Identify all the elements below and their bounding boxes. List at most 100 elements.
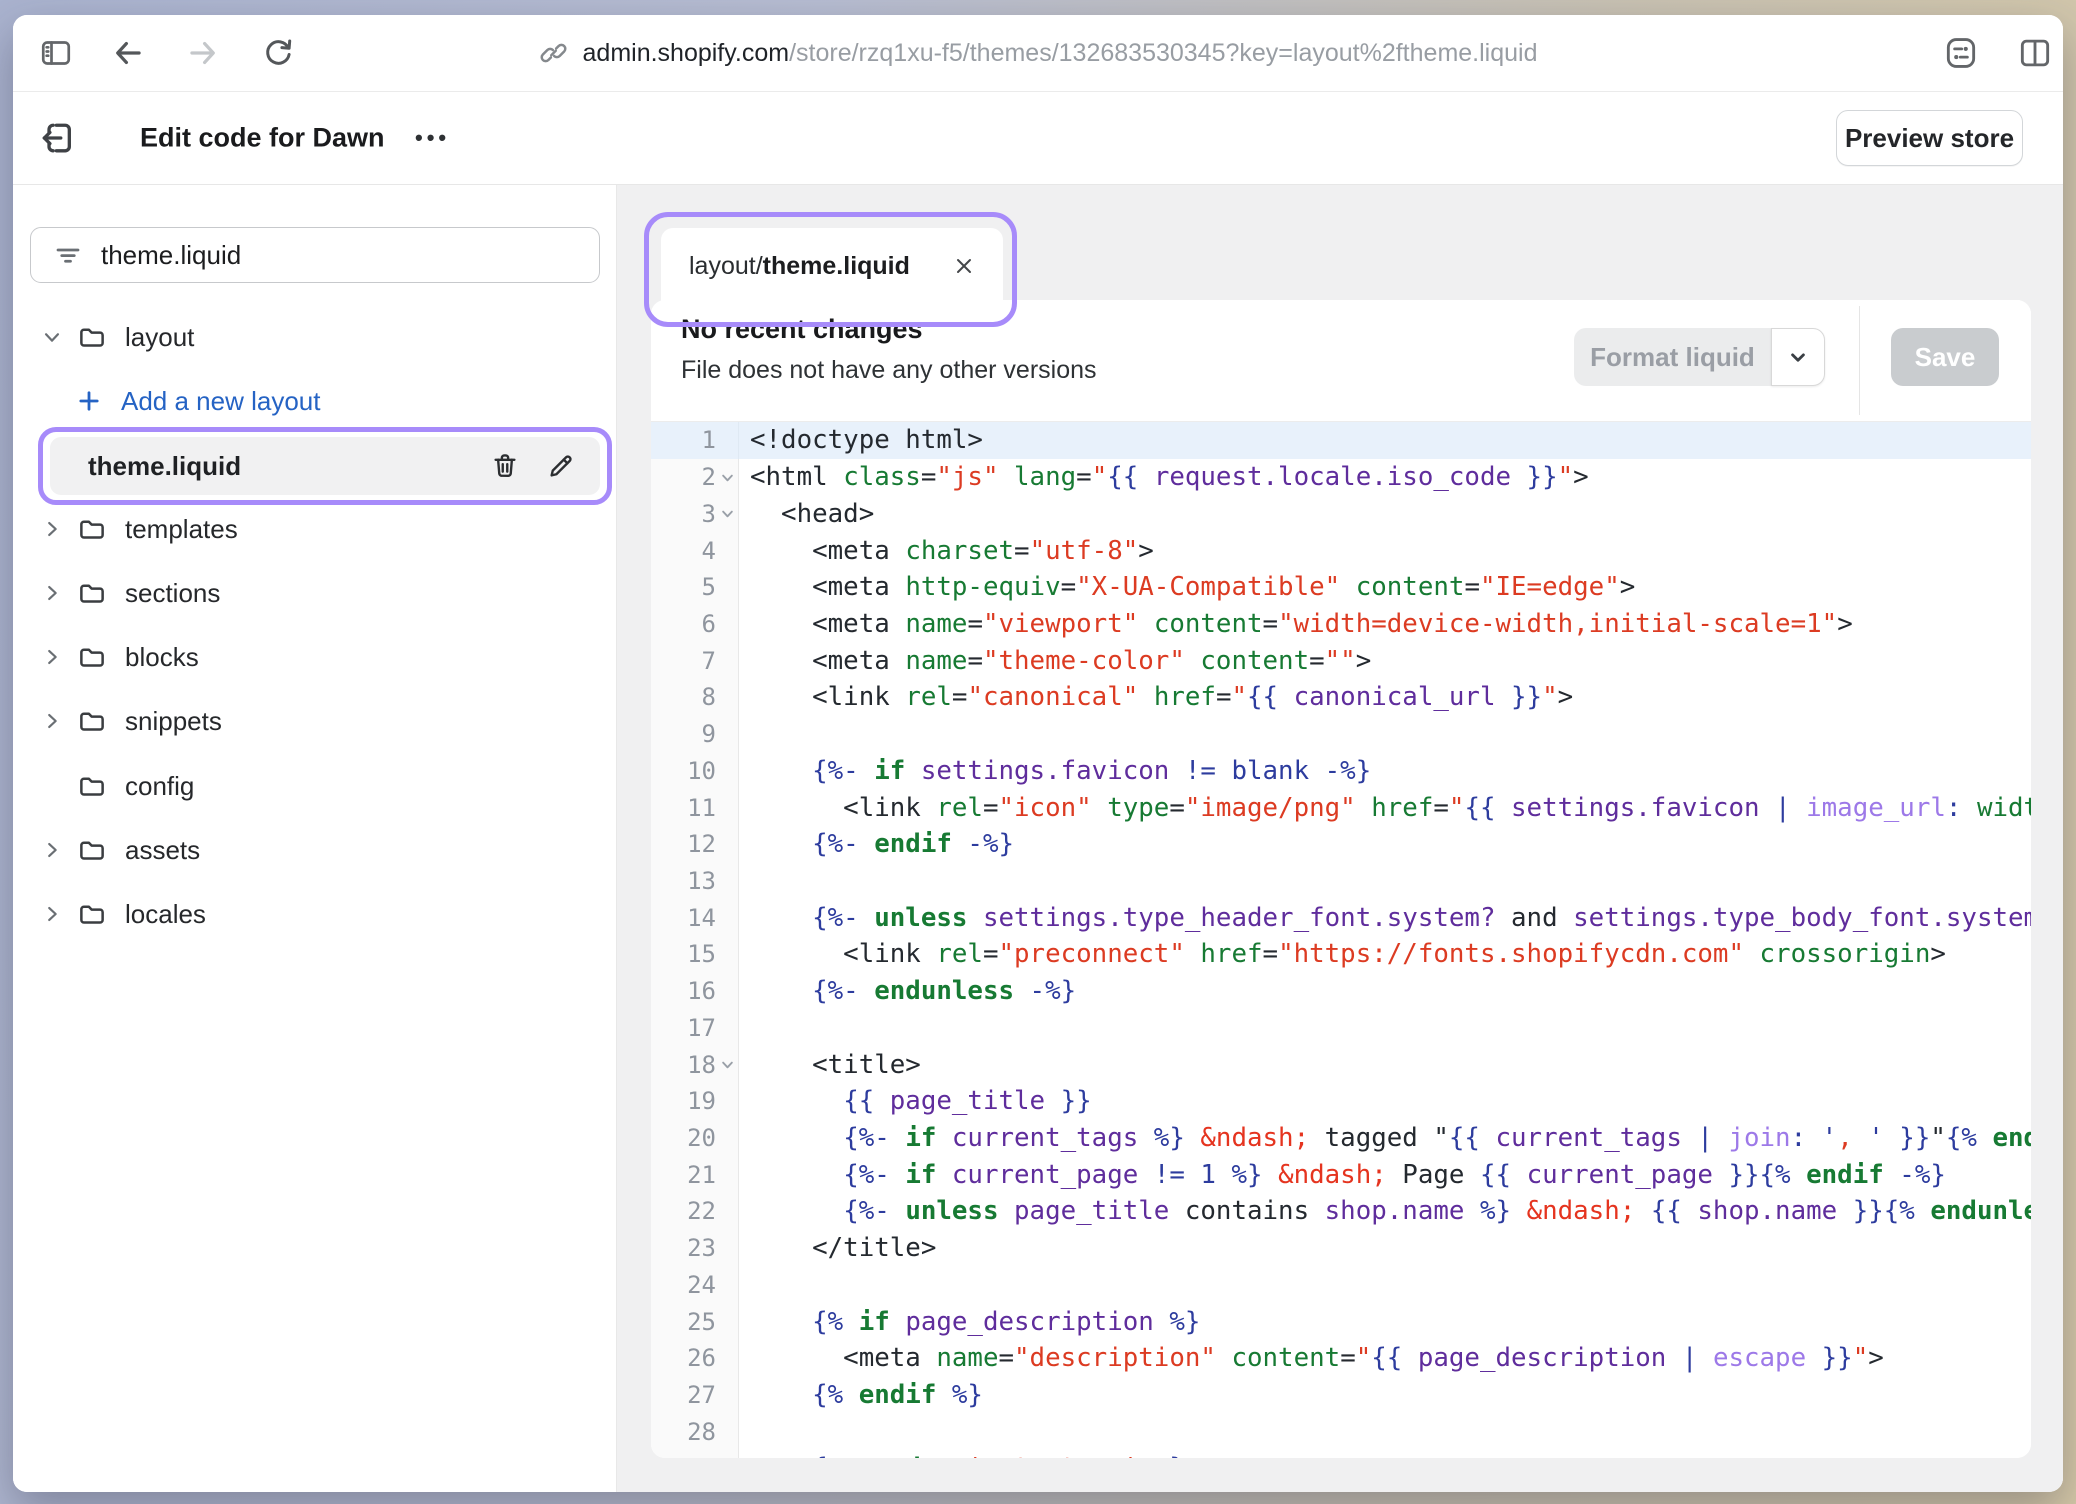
line-number-13: 13 — [651, 863, 739, 900]
code-line-25: 25 {% if page_description %} — [651, 1303, 2031, 1340]
code-line-28: 28 — [651, 1413, 2031, 1450]
file-item-selected[interactable]: theme.liquid — [50, 437, 600, 495]
code-line-5: 5 <meta http-equiv="X-UA-Compatible" con… — [651, 569, 2031, 606]
chevron-right-icon[interactable] — [39, 708, 65, 734]
code-text[interactable]: <meta http-equiv="X-UA-Compatible" conte… — [739, 572, 1635, 602]
sidebar-item-add-a-new-layout[interactable]: Add a new layout — [13, 369, 616, 433]
browser-toolbar: admin.shopify.com/store/rzq1xu-f5/themes… — [13, 15, 2063, 92]
file-sidebar: layout Add a new layouttheme.liquid templa… — [13, 185, 617, 1492]
code-text[interactable]: <html class="js" lang="{{ request.locale… — [739, 462, 1589, 492]
code-text[interactable]: {{ page_title }} — [739, 1086, 1092, 1116]
code-line-15: 15 <link rel="preconnect" href="https://… — [651, 936, 2031, 973]
format-liquid-button[interactable]: Format liquid — [1574, 328, 1771, 386]
trash-icon[interactable] — [488, 449, 522, 483]
code-line-29: 29 {% render 'meta-tags' %} — [651, 1450, 2031, 1458]
fold-toggle-icon[interactable] — [719, 506, 735, 522]
code-text[interactable]: {% if page_description %} — [739, 1307, 1200, 1337]
code-text[interactable]: {%- endunless -%} — [739, 976, 1076, 1006]
sidebar-toggle-icon[interactable] — [34, 31, 78, 75]
folder-label: config — [125, 771, 194, 802]
folder-icon — [77, 514, 107, 544]
sidebar-item-sections[interactable]: sections — [13, 561, 616, 625]
editor-area: layout/theme.liquid No recent changes Fi… — [618, 185, 2063, 1492]
app-header: Edit code for Dawn ••• Preview store — [13, 92, 2063, 185]
code-line-24: 24 — [651, 1267, 2031, 1304]
sidebar-item-layout[interactable]: layout — [13, 305, 616, 369]
line-number-8: 8 — [651, 679, 739, 716]
line-number-7: 7 — [651, 642, 739, 679]
line-number-21: 21 — [651, 1156, 739, 1193]
exit-editor-icon[interactable] — [37, 116, 81, 160]
line-number-17: 17 — [651, 1010, 739, 1047]
line-number-10: 10 — [651, 752, 739, 789]
sidebar-item-assets[interactable]: assets — [13, 818, 616, 882]
sidebar-item-templates[interactable]: templates — [13, 497, 616, 561]
chevron-right-icon[interactable] — [39, 580, 65, 606]
code-line-11: 11 <link rel="icon" type="image/png" hre… — [651, 789, 2031, 826]
code-editor[interactable]: 1<!doctype html>2<html class="js" lang="… — [651, 422, 2031, 1458]
close-tab-icon[interactable] — [949, 251, 979, 281]
folder-icon — [77, 771, 107, 801]
folder-label: snippets — [125, 706, 222, 737]
folder-label: layout — [125, 322, 194, 353]
reload-icon[interactable] — [256, 31, 300, 75]
code-text[interactable]: <meta name="description" content="{{ pag… — [739, 1343, 1884, 1373]
chevron-right-icon[interactable] — [39, 516, 65, 542]
code-line-12: 12 {%- endif -%} — [651, 826, 2031, 863]
code-text[interactable]: <link rel="icon" type="image/png" href="… — [739, 793, 2031, 823]
code-text[interactable]: {%- endif -%} — [739, 829, 1014, 859]
code-text[interactable]: {%- if current_page != 1 %} &ndash; Page… — [739, 1160, 1946, 1190]
code-text[interactable]: {%- if current_tags %} &ndash; tagged "{… — [739, 1123, 2031, 1153]
code-line-22: 22 {%- unless page_title contains shop.n… — [651, 1193, 2031, 1230]
code-text[interactable]: {%- if settings.favicon != blank -%} — [739, 756, 1371, 786]
code-text[interactable]: <meta name="theme-color" content=""> — [739, 646, 1371, 676]
tab-layout-theme-liquid[interactable]: layout/theme.liquid — [661, 228, 1003, 304]
line-number-2: 2 — [651, 459, 739, 496]
chevron-down-icon[interactable] — [39, 324, 65, 350]
format-options-dropdown[interactable] — [1771, 328, 1825, 386]
code-text[interactable]: <link rel="canonical" href="{{ canonical… — [739, 682, 1573, 712]
sidebar-item-snippets[interactable]: snippets — [13, 689, 616, 753]
edit-icon[interactable] — [544, 449, 578, 483]
page-settings-icon[interactable] — [1939, 31, 1983, 75]
code-text[interactable]: {%- unless settings.type_header_font.sys… — [739, 903, 2031, 933]
code-line-16: 16 {%- endunless -%} — [651, 973, 2031, 1010]
forward-icon — [181, 31, 225, 75]
status-title: No recent changes — [681, 314, 923, 345]
split-view-icon[interactable] — [2013, 31, 2057, 75]
chevron-right-icon[interactable] — [39, 901, 65, 927]
code-line-19: 19 {{ page_title }} — [651, 1083, 2031, 1120]
line-number-26: 26 — [651, 1340, 739, 1377]
code-text[interactable]: <title> — [739, 1050, 921, 1080]
fold-toggle-icon[interactable] — [719, 1057, 735, 1073]
code-text[interactable]: <!doctype html> — [739, 425, 983, 455]
code-text[interactable]: {%- unless page_title contains shop.name… — [739, 1196, 2031, 1226]
chevron-right-icon — [39, 773, 65, 799]
code-text[interactable]: <meta name="viewport" content="width=dev… — [739, 609, 1853, 639]
sidebar-item-locales[interactable]: locales — [13, 882, 616, 946]
preview-store-button[interactable]: Preview store — [1836, 110, 2023, 166]
code-text[interactable]: <head> — [739, 499, 874, 529]
folder-label: templates — [125, 514, 238, 545]
chevron-right-icon[interactable] — [39, 644, 65, 670]
url-host: admin.shopify.com — [583, 39, 790, 67]
more-actions-button[interactable]: ••• — [415, 125, 450, 151]
code-line-4: 4 <meta charset="utf-8"> — [651, 532, 2031, 569]
back-icon[interactable] — [106, 31, 150, 75]
code-text[interactable]: <meta charset="utf-8"> — [739, 536, 1154, 566]
chevron-right-icon[interactable] — [39, 837, 65, 863]
code-line-3: 3 <head> — [651, 495, 2031, 532]
code-text[interactable]: {% endif %} — [739, 1380, 983, 1410]
folder-icon — [77, 899, 107, 929]
code-text[interactable]: </title> — [739, 1233, 936, 1263]
code-text[interactable]: {% render 'meta-tags' %} — [739, 1453, 1185, 1458]
sidebar-item-config[interactable]: config — [13, 754, 616, 818]
sidebar-item-theme-liquid[interactable]: theme.liquid — [38, 427, 612, 505]
line-number-29: 29 — [651, 1450, 739, 1458]
sidebar-item-blocks[interactable]: blocks — [13, 625, 616, 689]
page-title: Edit code for Dawn — [140, 123, 385, 154]
line-number-28: 28 — [651, 1413, 739, 1450]
address-bar[interactable]: admin.shopify.com/store/rzq1xu-f5/themes… — [539, 38, 1538, 68]
code-text[interactable]: <link rel="preconnect" href="https://fon… — [739, 939, 1946, 969]
fold-toggle-icon[interactable] — [719, 469, 735, 485]
